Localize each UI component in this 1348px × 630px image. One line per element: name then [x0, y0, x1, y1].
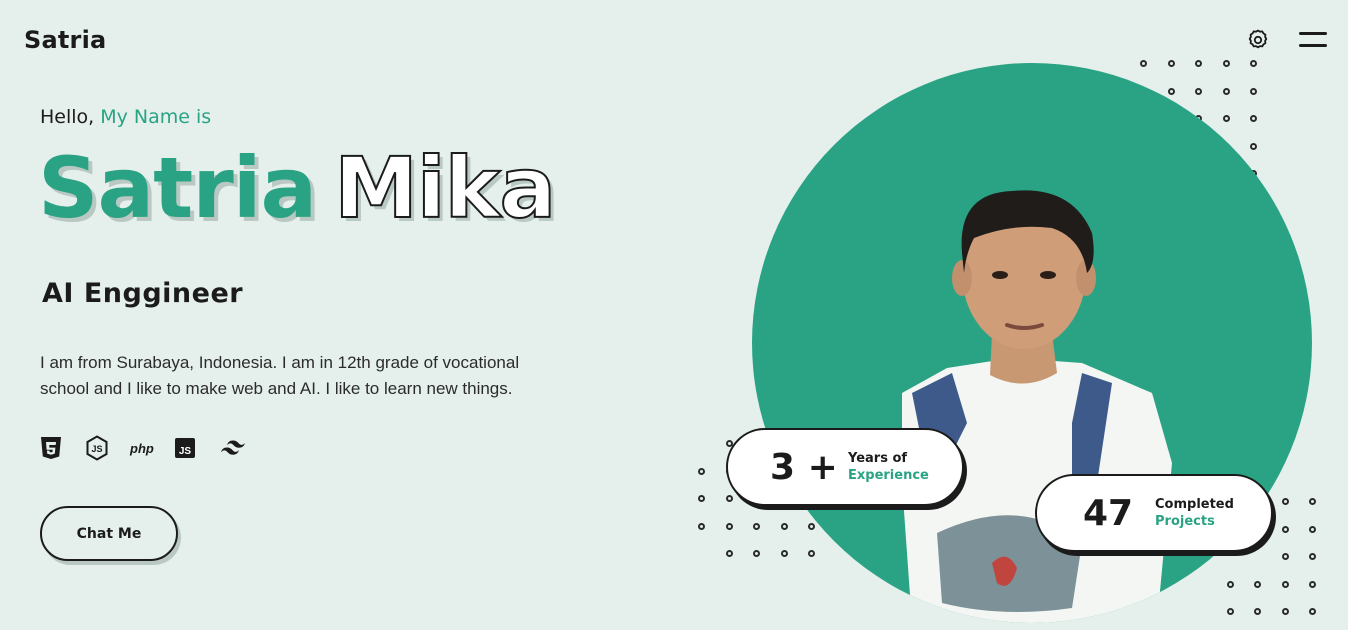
- js-label: JS: [179, 446, 192, 457]
- greeting-accent: My Name is: [100, 106, 212, 128]
- html5-icon: [40, 435, 85, 461]
- experience-label: Years of Experience: [848, 450, 929, 484]
- decor-dot: [698, 467, 705, 475]
- projects-label: Completed Projects: [1155, 496, 1234, 530]
- bio-text: I am from Surabaya, Indonesia. I am in 1…: [40, 353, 520, 398]
- first-name: Satria: [38, 139, 317, 237]
- experience-stat-card: 3 + Years of Experience: [726, 428, 964, 506]
- projects-stat-card: 47 Completed Projects: [1035, 474, 1273, 552]
- job-title: AI Enggineer: [42, 278, 244, 309]
- greeting-text: Hello,: [40, 106, 95, 128]
- php-icon: php: [130, 435, 175, 461]
- decor-dot: [725, 550, 733, 557]
- projects-value: 47: [1083, 492, 1134, 534]
- decor-dot: [698, 522, 705, 530]
- site-logo[interactable]: Satria: [24, 26, 106, 54]
- page: Satria Hello, My Name is Satria Mika AI E…: [0, 0, 1348, 630]
- hero-name: Satria Mika: [38, 145, 557, 231]
- last-name: Mika: [333, 139, 557, 237]
- decor-dot: [725, 522, 733, 530]
- menu-line: [1299, 32, 1327, 35]
- php-label: php: [130, 440, 154, 456]
- experience-value: 3 +: [770, 446, 838, 488]
- javascript-icon: JS: [175, 435, 220, 461]
- experience-label-line1: Years of: [848, 451, 908, 466]
- chat-me-button[interactable]: Chat Me: [40, 506, 178, 561]
- decor-dot: [725, 495, 733, 502]
- svg-text:JS: JS: [91, 444, 102, 454]
- experience-label-line2: Experience: [848, 468, 929, 483]
- projects-label-line2: Projects: [1155, 514, 1215, 529]
- projects-label-line1: Completed: [1155, 497, 1234, 512]
- gear-icon[interactable]: [1246, 28, 1270, 52]
- greeting: Hello, My Name is: [40, 106, 211, 128]
- hamburger-menu-icon[interactable]: [1299, 32, 1327, 48]
- tech-stack: JS php JS: [40, 435, 265, 461]
- menu-line: [1299, 44, 1327, 47]
- decor-dot: [698, 495, 705, 502]
- nodejs-icon: JS: [85, 435, 130, 461]
- tailwind-icon: [220, 435, 265, 461]
